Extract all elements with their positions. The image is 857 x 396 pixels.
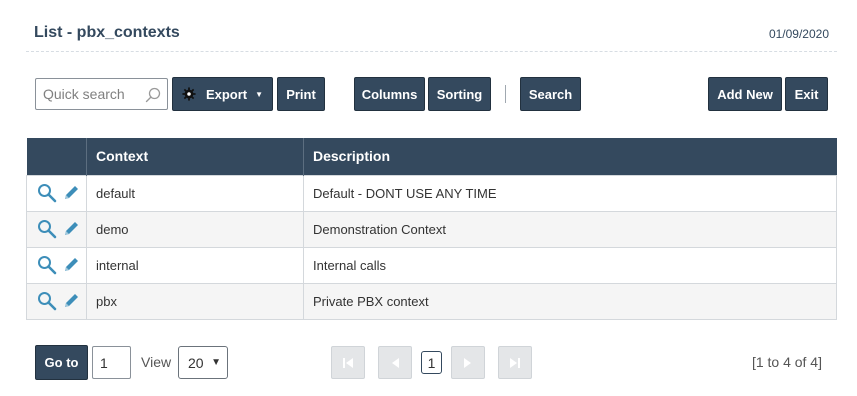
records-table: Context Description default Default - DO… xyxy=(26,138,837,320)
context-cell: internal xyxy=(86,246,304,284)
select-arrow-icon: ▼ xyxy=(211,357,221,368)
columns-button[interactable]: Columns xyxy=(354,77,425,111)
current-page-number[interactable]: 1 xyxy=(421,351,442,374)
page-date: 01/09/2020 xyxy=(768,27,829,41)
print-button[interactable]: Print xyxy=(277,77,325,111)
export-button[interactable]: Export ▼ xyxy=(172,77,273,111)
actions-column-header xyxy=(26,138,87,175)
record-range: [1 to 4 of 4] xyxy=(751,354,822,370)
table-row: default Default - DONT USE ANY TIME xyxy=(26,174,837,212)
quick-search-input[interactable] xyxy=(36,79,148,109)
goto-page-input[interactable] xyxy=(92,346,131,379)
magnifier-icon[interactable] xyxy=(37,219,57,239)
caret-down-icon: ▼ xyxy=(255,89,264,99)
page-title: List - pbx_contexts xyxy=(34,24,180,41)
row-actions xyxy=(26,210,87,248)
quick-search-box xyxy=(35,78,168,110)
table-row: internal Internal calls xyxy=(26,246,837,284)
gear-icon xyxy=(182,87,196,101)
toolbar: Export ▼ Print Columns Sorting Search Ad… xyxy=(0,77,857,111)
description-cell: Demonstration Context xyxy=(303,210,837,248)
last-page-icon xyxy=(510,357,520,368)
magnifier-icon[interactable] xyxy=(37,291,57,311)
pagination-bar: Go to View 20 ▼ 1 [1 to 4 of 4] xyxy=(0,345,857,381)
add-new-button[interactable]: Add New xyxy=(708,77,782,111)
prev-page-icon xyxy=(392,357,399,368)
page-size-value: 20 xyxy=(188,354,204,371)
page-header: List - pbx_contexts 01/09/2020 xyxy=(26,18,837,52)
description-cell: Internal calls xyxy=(303,246,837,284)
description-cell: Private PBX context xyxy=(303,282,837,320)
search-icon[interactable] xyxy=(145,87,161,103)
context-cell: pbx xyxy=(86,282,304,320)
row-actions xyxy=(26,246,87,284)
table-row: pbx Private PBX context xyxy=(26,282,837,320)
first-page-icon xyxy=(343,357,353,368)
magnifier-icon[interactable] xyxy=(37,255,57,275)
context-cell: default xyxy=(86,174,304,212)
row-actions xyxy=(26,174,87,212)
search-button[interactable]: Search xyxy=(520,77,581,111)
row-actions xyxy=(26,282,87,320)
pencil-icon[interactable] xyxy=(61,255,81,275)
context-column-header[interactable]: Context xyxy=(86,138,304,175)
table-row: demo Demonstration Context xyxy=(26,210,837,248)
table-header-row: Context Description xyxy=(26,138,837,175)
sorting-button[interactable]: Sorting xyxy=(428,77,491,111)
prev-page-button[interactable] xyxy=(378,346,412,379)
pencil-icon[interactable] xyxy=(61,219,81,239)
goto-button[interactable]: Go to xyxy=(35,345,88,380)
pencil-icon[interactable] xyxy=(61,183,81,203)
pencil-icon[interactable] xyxy=(61,291,81,311)
context-cell: demo xyxy=(86,210,304,248)
export-label: Export xyxy=(205,86,248,102)
next-page-icon xyxy=(464,357,471,368)
last-page-button[interactable] xyxy=(498,346,532,379)
next-page-button[interactable] xyxy=(451,346,485,379)
description-column-header[interactable]: Description xyxy=(303,138,837,175)
first-page-button[interactable] xyxy=(331,346,365,379)
exit-button[interactable]: Exit xyxy=(785,77,828,111)
description-cell: Default - DONT USE ANY TIME xyxy=(303,174,837,212)
page-size-select[interactable]: 20 ▼ xyxy=(178,346,228,379)
view-label: View xyxy=(141,354,172,370)
toolbar-divider xyxy=(505,85,506,103)
magnifier-icon[interactable] xyxy=(37,183,57,203)
